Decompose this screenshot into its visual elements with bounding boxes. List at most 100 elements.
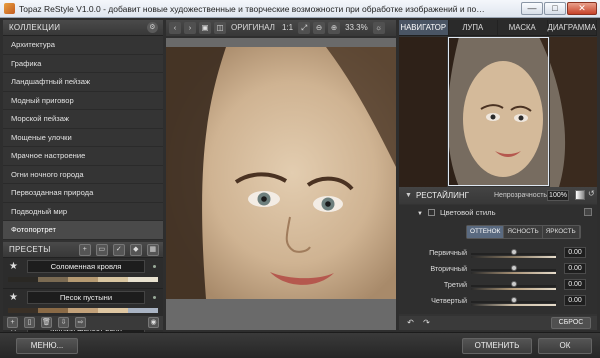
minimize-button[interactable]: —	[521, 2, 543, 15]
collection-item[interactable]: Графика	[3, 54, 163, 73]
copy-preset-icon[interactable]: ▯	[24, 317, 35, 328]
collections-list: Архитектура Графика Ландшафтный пейзаж Модн…	[3, 36, 163, 240]
delete-preset-icon[interactable]: 🗑	[41, 317, 52, 328]
preset-item[interactable]: ★ Соломенная кровля	[3, 257, 163, 289]
opacity-select[interactable]: 100%	[547, 190, 569, 201]
color-style-section: ▼ Цветовой стиль ОТТЕНОК ЯСНОСТЬ ЯРКОСТЬ Пе…	[399, 205, 597, 314]
collection-item[interactable]: Архитектура	[3, 36, 163, 55]
slider-color-gradient	[471, 304, 556, 306]
segment-clarity[interactable]: ЯСНОСТЬ	[504, 226, 543, 238]
restyle-header: ▼ РЕСТАЙЛИНГ Непрозрачность: 100% ↺	[399, 187, 597, 204]
collections-title: КОЛЛЕКЦИИ	[9, 23, 61, 32]
collections-header: КОЛЛЕКЦИИ ⚙	[3, 20, 163, 36]
collection-item[interactable]: Модный приговор	[3, 91, 163, 110]
export-preset-icon[interactable]: ⇨	[75, 317, 86, 328]
right-panel: НАВИГАТОР ЛУПА МАСКА ДИАГРАММА ▼ РЕСТАЙЛИНГ	[399, 20, 597, 330]
single-view-icon[interactable]: ▣	[199, 22, 211, 34]
tag-icon[interactable]: ◆	[130, 243, 142, 256]
maximize-button[interactable]: □	[544, 2, 566, 15]
zoom-out-icon[interactable]: ⊖	[313, 22, 326, 34]
swatch	[98, 276, 128, 282]
save-preset-icon[interactable]: ✓	[113, 243, 125, 256]
segment-control: ОТТЕНОК ЯСНОСТЬ ЯРКОСТЬ	[466, 225, 581, 239]
gradient-toggle-icon[interactable]	[575, 190, 585, 200]
ok-button[interactable]: ОК	[538, 338, 592, 354]
collection-item[interactable]: Фотопортрет	[3, 221, 163, 240]
preset-actions-bar: + ▯ 🗑 ⇩ ⇨ ◉	[3, 316, 163, 330]
tab-mask[interactable]: МАСКА	[498, 20, 548, 35]
collection-item[interactable]: Морской пейзаж	[3, 110, 163, 129]
segment-brightness[interactable]: ЯРКОСТЬ	[542, 226, 580, 238]
fit-screen-icon[interactable]: ⤢	[298, 22, 311, 34]
open-folder-icon[interactable]: ▭	[96, 243, 108, 256]
slider-knob[interactable]	[510, 249, 517, 255]
slider-label: Первичный	[429, 248, 467, 257]
preset-indicator-dot	[153, 295, 156, 299]
slider-row: Первичный 0.00	[399, 246, 597, 260]
slider-row: Вторичный 0.00	[399, 262, 597, 276]
color-style-options-icon[interactable]	[584, 208, 592, 216]
tab-loupe[interactable]: ЛУПА	[449, 20, 498, 35]
favorite-star-icon[interactable]: ★	[9, 292, 18, 303]
history-bar: ↶ ↷ СБРОС	[399, 316, 597, 330]
collection-item[interactable]: Огни ночного города	[3, 165, 163, 184]
menu-button[interactable]: МЕНЮ...	[16, 338, 78, 354]
camera-icon[interactable]: ◉	[148, 317, 159, 328]
collection-item[interactable]: Мощеные улочки	[3, 128, 163, 147]
zoom-level: 33.3%	[345, 23, 368, 32]
collection-item[interactable]: Подводный мир	[3, 202, 163, 221]
preset-color-strip	[8, 276, 158, 282]
light-icon[interactable]: ☼	[372, 22, 385, 34]
grid-view-icon[interactable]: ▦	[147, 243, 159, 256]
segment-hue[interactable]: ОТТЕНОК	[467, 226, 505, 238]
slider-label: Вторичный	[430, 264, 467, 273]
redo-icon[interactable]: ↷	[421, 317, 432, 328]
color-style-label: Цветовой стиль	[439, 208, 496, 217]
color-style-row[interactable]: ▼ Цветовой стиль	[417, 208, 496, 217]
split-view-icon[interactable]: ◫	[214, 22, 226, 34]
close-button[interactable]: ✕	[567, 2, 597, 15]
import-preset-icon[interactable]: ⇩	[58, 317, 69, 328]
collection-item[interactable]: Ландшафтный пейзаж	[3, 73, 163, 92]
reset-button[interactable]: СБРОС	[551, 317, 591, 329]
tab-histogram[interactable]: ДИАГРАММА	[548, 20, 597, 35]
app-logo-icon	[4, 3, 15, 14]
slider-value-field[interactable]: 0.00	[564, 279, 586, 290]
collection-item[interactable]: Мрачное настроение	[3, 147, 163, 166]
portrait-image	[166, 47, 396, 299]
portrait-photo[interactable]	[166, 47, 396, 299]
slider-knob[interactable]	[510, 297, 517, 303]
collection-item[interactable]: Первозданная природа	[3, 184, 163, 203]
cancel-button[interactable]: ОТМЕНИТЬ	[462, 338, 532, 354]
original-button[interactable]: ОРИГИНАЛ	[229, 22, 277, 34]
preset-name: Песок пустыни	[27, 290, 145, 304]
tab-navigator[interactable]: НАВИГАТОР	[399, 20, 449, 35]
presets-title: ПРЕСЕТЫ	[9, 244, 51, 254]
slider-value-field[interactable]: 0.00	[564, 295, 586, 306]
slider-knob[interactable]	[510, 281, 517, 287]
swatch	[128, 276, 158, 282]
color-style-checkbox[interactable]	[427, 209, 435, 216]
restyle-title: РЕСТАЙЛИНГ	[415, 191, 469, 200]
add-folder-icon[interactable]: +	[79, 243, 91, 256]
settings-icon[interactable]: ⚙	[147, 22, 158, 33]
zoom-in-icon[interactable]: ⊕	[328, 22, 341, 34]
preset-item[interactable]: ★ Песок пустыни	[3, 288, 163, 320]
reset-arrow-icon[interactable]: ↺	[588, 189, 595, 198]
slider-color-gradient	[471, 288, 556, 290]
collapse-arrow-icon[interactable]: ▼	[405, 192, 412, 199]
zoom-1to1-button[interactable]: 1:1	[280, 22, 295, 34]
back-button[interactable]: ‹	[169, 22, 181, 34]
navigator-view[interactable]	[399, 37, 597, 187]
forward-button[interactable]: ›	[184, 22, 196, 34]
favorite-star-icon[interactable]: ★	[9, 261, 18, 272]
slider-value-field[interactable]: 0.00	[564, 247, 586, 258]
slider-value-field[interactable]: 0.00	[564, 263, 586, 274]
navigator-viewport-frame[interactable]	[448, 37, 549, 186]
undo-icon[interactable]: ↶	[405, 317, 416, 328]
add-preset-icon[interactable]: +	[7, 317, 18, 328]
slider-color-gradient	[471, 256, 556, 258]
slider-knob[interactable]	[510, 265, 517, 271]
preview-canvas[interactable]	[166, 38, 396, 330]
expand-arrow-icon: ▼	[417, 211, 423, 217]
